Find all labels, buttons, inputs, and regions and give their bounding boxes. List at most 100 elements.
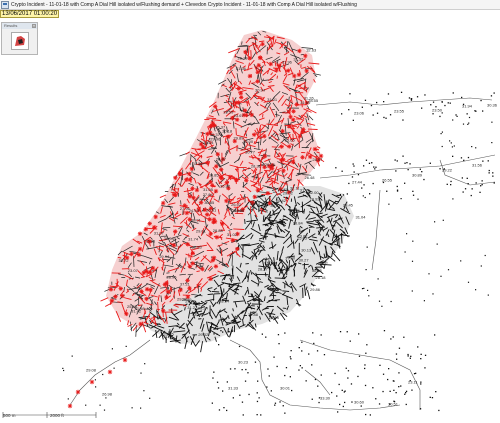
network-node [311,364,313,366]
network-node [491,142,493,144]
network-node [431,397,434,399]
network-node [411,98,413,100]
network-node [488,169,490,172]
network-node [396,358,398,360]
node-label: 31.98 [135,306,146,311]
network-node [348,182,350,185]
network-node [423,178,425,181]
network-node [400,385,402,387]
water-main [207,293,214,296]
network-node [386,190,388,192]
network-node [440,133,442,135]
network-node [320,334,322,336]
network-node [95,386,97,388]
network-node [390,300,392,303]
network-node [404,162,406,164]
network-node [140,372,142,374]
network-node [261,333,263,335]
node-label: 31.72 [119,258,130,263]
node-label: 30.01 [280,386,291,391]
network-node [365,269,367,271]
node-label: 35.83 [194,311,205,316]
network-node [341,113,343,115]
network-node [405,390,408,392]
network-node [375,398,377,400]
network-node [278,343,280,345]
node-label: 30.27 [270,203,281,208]
node-label: 23.50 [432,108,443,113]
node-label: 26.98 [102,392,113,397]
network-node [487,294,489,296]
network-node [385,117,387,119]
network-node [347,377,349,379]
water-main [210,147,217,149]
network-node [346,331,348,333]
network-node [334,372,336,375]
network-node [348,109,350,111]
network-node [289,356,291,358]
results-legend-panel[interactable]: Results x [1,22,38,55]
node-label: 36.00 [243,139,254,144]
network-node [404,393,406,395]
network-node [480,265,482,267]
close-icon[interactable]: x [32,24,36,28]
network-node [412,190,414,192]
network-node [432,101,435,103]
network-node [282,405,284,407]
network-node [450,180,452,183]
water-main [241,41,243,45]
network-node [273,356,275,358]
network-node [239,394,241,396]
network-node [467,123,469,125]
alert-marker [268,61,273,67]
water-main [250,82,256,84]
network-node [212,377,214,379]
water-main [231,254,233,266]
network-node [360,405,362,407]
network-node [260,414,262,416]
node-label: 31.59 [223,110,234,115]
network-node [398,347,401,349]
network-node [111,348,113,350]
network-node [370,104,373,107]
network-node [475,182,477,184]
network-node [480,99,482,102]
node-label: 30.94 [164,236,175,241]
network-node [375,166,377,168]
network-node [140,407,142,409]
network-node [342,194,345,196]
network-node [361,187,363,189]
network-node [452,92,454,94]
network-node [400,91,403,93]
node-label: 37.21 [180,281,191,286]
network-node [244,380,247,382]
alert-marker [171,192,177,197]
network-node [341,170,343,172]
network-node [125,345,127,347]
network-node [256,392,258,394]
network-node [103,409,106,411]
network-node [481,184,483,186]
network-node [450,142,452,144]
network-node [467,281,470,283]
node-label: 31.52 [293,56,304,61]
network-node [365,159,368,161]
network-node [222,390,224,392]
water-main [127,323,133,327]
app-icon [1,0,9,9]
node-label: 32.63 [306,47,317,52]
water-main [273,67,279,69]
node-label: 31.74 [188,236,199,241]
network-node [447,269,450,271]
node-label: 30.23 [238,360,249,365]
network-node [226,381,228,383]
network-node [317,385,319,387]
network-map[interactable]: 31.5229.0231.0730.9431.2631.9632.6330.10… [0,10,500,423]
network-node [468,116,471,119]
node-label: 27.84 [203,192,214,197]
alert-marker [173,229,178,234]
network-node [277,334,280,336]
network-node [364,364,366,366]
node-label: 30.27 [299,258,310,263]
network-node [461,177,463,179]
